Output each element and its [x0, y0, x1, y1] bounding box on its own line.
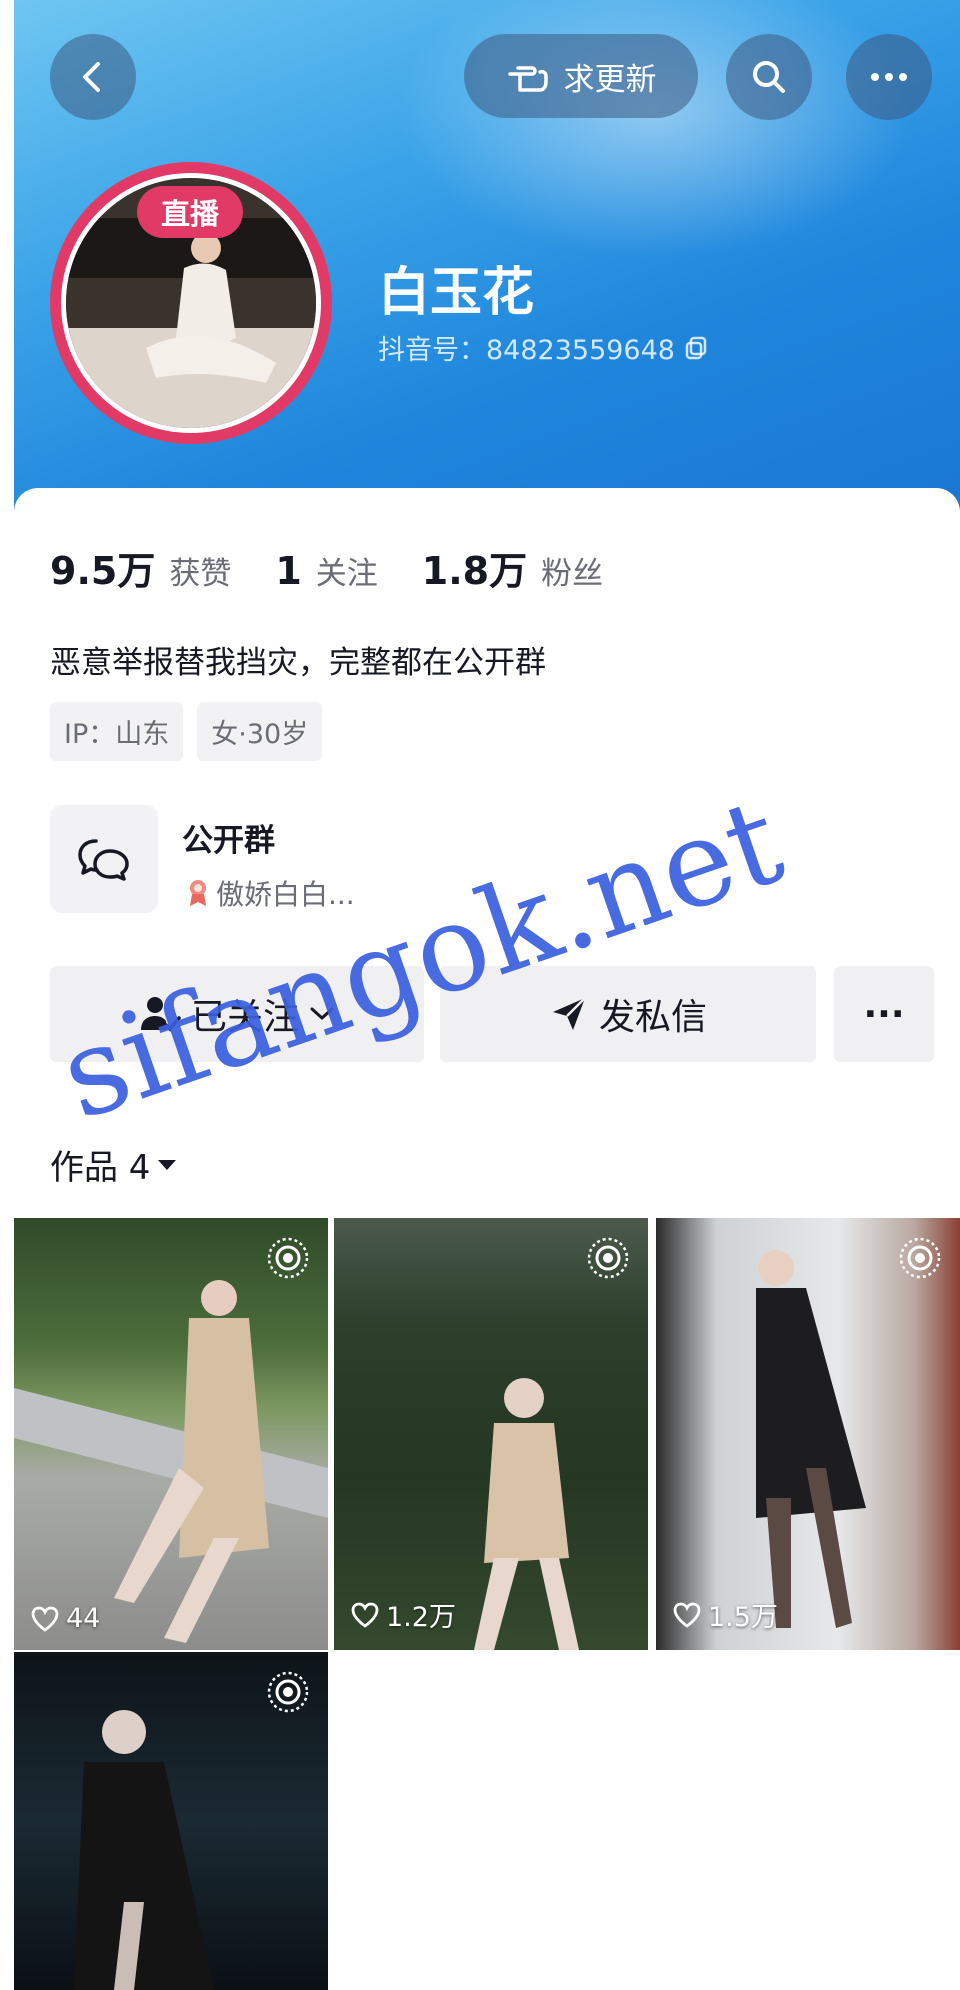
group-subtitle: 傲娇白白...	[186, 873, 355, 913]
group-subtitle-text: 傲娇白白...	[216, 878, 355, 911]
work-likes-count: 1.2万	[386, 1602, 456, 1633]
followers-label[interactable]: 粉丝	[541, 548, 603, 593]
following-count[interactable]: 1	[275, 549, 301, 593]
work-thumbnail[interactable]: 1.5万	[656, 1218, 960, 1650]
ip-location-tag: IP：山东	[50, 702, 184, 761]
profile-tags: IP：山东 女·30岁	[50, 702, 323, 761]
followers-count[interactable]: 1.8万	[422, 540, 527, 595]
thumbnail-image	[474, 1378, 579, 1650]
work-thumbnail[interactable]	[14, 1652, 328, 1990]
works-tab-label: 作品 4	[50, 1148, 151, 1188]
live-photo-icon	[899, 1237, 941, 1279]
work-likes-count: 44	[66, 1603, 101, 1634]
search-icon	[753, 61, 785, 93]
group-chat-icon	[78, 839, 129, 881]
douyin-id-text: 抖音号：84823559648	[378, 335, 675, 366]
request-update-button[interactable]: 求更新	[464, 34, 698, 118]
following-label[interactable]: 关注	[316, 548, 378, 593]
fan-badge-icon	[190, 880, 206, 906]
send-message-button[interactable]: 发私信	[440, 966, 816, 1062]
work-likes: 1.2万	[350, 1595, 456, 1634]
username: 白玉花	[378, 263, 535, 323]
live-badge[interactable]: 直播	[137, 186, 243, 238]
more-dots-icon	[871, 73, 907, 81]
work-thumbnail[interactable]: 1.2万	[334, 1218, 648, 1650]
group-chat-button[interactable]	[50, 805, 158, 913]
heart-icon	[673, 1602, 701, 1628]
back-button[interactable]	[50, 34, 136, 120]
send-message-label: 发私信	[598, 997, 707, 1038]
more-actions-button[interactable]: ···	[834, 966, 934, 1062]
douyin-id: 抖音号：84823559648	[378, 328, 709, 367]
live-photo-icon	[267, 1671, 309, 1713]
request-update-label: 求更新	[563, 61, 657, 98]
heart-icon	[351, 1602, 379, 1628]
heart-icon	[31, 1606, 59, 1632]
send-icon	[552, 997, 586, 1030]
likes-label: 获赞	[169, 556, 232, 592]
work-likes-count: 1.5万	[708, 1602, 778, 1633]
search-button[interactable]	[726, 34, 812, 120]
works-tab[interactable]: 作品 4	[50, 1140, 178, 1189]
work-likes: 44	[30, 1603, 100, 1634]
caret-down-icon	[158, 1159, 177, 1170]
thumbnail-image	[14, 1280, 328, 1643]
more-actions-label: ···	[863, 993, 905, 1035]
user-check-icon	[140, 997, 181, 1032]
following-button-label: 已关注	[190, 997, 299, 1038]
chevron-left-icon	[83, 62, 100, 92]
gender-age-tag: 女·30岁	[197, 702, 323, 761]
bio-text: 恶意举报替我挡灾，完整都在公开群	[50, 645, 546, 681]
following-button[interactable]: 已关注	[50, 966, 424, 1062]
thumbnail-image	[756, 1250, 866, 1628]
stats-row: 9.5万 获赞 1 关注 1.8万 粉丝	[50, 540, 633, 595]
pointing-hand-icon	[507, 66, 548, 92]
copy-icon[interactable]	[683, 335, 709, 361]
likes-count: 9.5万	[50, 549, 156, 593]
more-options-button[interactable]	[846, 34, 932, 120]
work-likes: 1.5万	[672, 1595, 778, 1634]
chevron-down-icon	[310, 1007, 334, 1020]
group-title[interactable]: 公开群	[182, 815, 275, 860]
live-photo-icon	[267, 1237, 309, 1279]
live-photo-icon	[587, 1237, 629, 1279]
work-thumbnail[interactable]: 44	[14, 1218, 328, 1650]
